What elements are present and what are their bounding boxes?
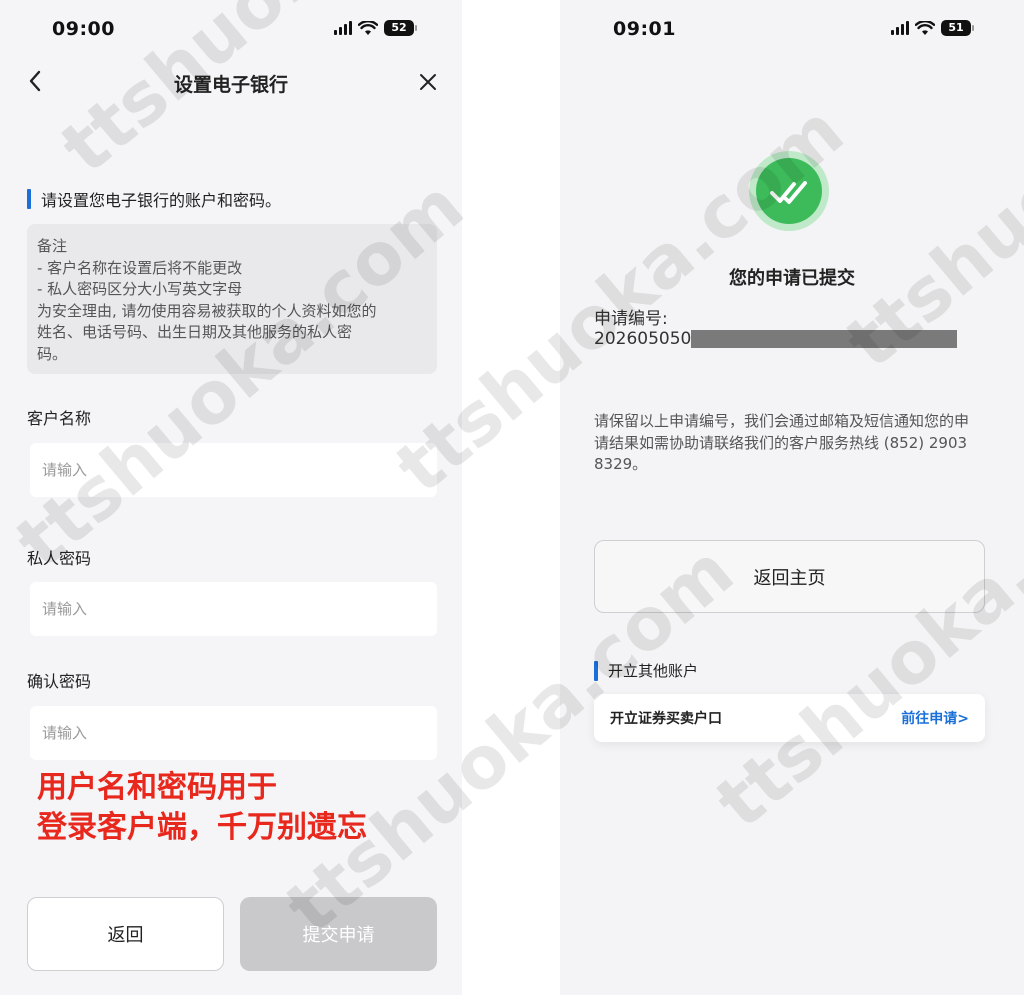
status-time: 09:00 — [52, 18, 115, 40]
redaction-bar — [691, 330, 958, 348]
close-icon[interactable] — [414, 68, 442, 96]
overlay-note: 用户名和密码用于 登录客户端，千万别遗忘 — [37, 768, 367, 848]
section-heading-text: 请设置您电子银行的账户和密码。 — [41, 191, 282, 210]
customer-name-input[interactable] — [30, 443, 437, 497]
battery-icon: 52 — [384, 20, 417, 36]
status-bar: 09:01 51 — [560, 0, 1024, 60]
double-check-icon — [749, 151, 829, 231]
wifi-icon — [915, 20, 935, 35]
customer-name-label: 客户名称 — [27, 409, 92, 428]
status-time: 09:01 — [613, 18, 676, 40]
securities-account-card[interactable]: 开立证券买卖户口 前往申请> — [594, 694, 985, 742]
note-line: 为安全理由, 请勿使用容易被获取的个人资料如您的 — [37, 301, 377, 320]
securities-account-title: 开立证券买卖户口 — [610, 711, 722, 727]
confirm-password-input[interactable] — [30, 706, 437, 760]
nav-bar: 设置电子银行 — [0, 60, 462, 106]
wifi-icon — [358, 20, 378, 35]
accent-bar — [27, 189, 31, 209]
status-icons: 52 — [334, 20, 417, 36]
application-submitted-screen: 09:01 51 您的申请已提交 申请编号: 202605050 请保留以上申请… — [560, 0, 1024, 995]
apply-link[interactable]: 前往申请> — [901, 708, 969, 728]
note-box: 备注 - 客户名称在设置后将不能更改 - 私人密码区分大小写英文字母 为安全理由… — [27, 224, 437, 374]
back-button[interactable]: 返回 — [27, 897, 224, 971]
return-home-button[interactable]: 返回主页 — [594, 540, 985, 613]
section-heading: 请设置您电子银行的账户和密码。 — [27, 187, 281, 211]
setup-ebanking-screen: 09:00 52 设置电子银行 请设置您电子银行的账户和密码。 备注 - 客户名… — [0, 0, 462, 995]
signal-icon — [891, 21, 909, 35]
overlay-note-line: 登录客户端，千万别遗忘 — [37, 810, 367, 845]
application-number-label: 申请编号: — [594, 309, 668, 329]
submit-application-button[interactable]: 提交申请 — [240, 897, 437, 971]
other-accounts-heading-text: 开立其他账户 — [608, 662, 699, 680]
application-number: 202605050 — [594, 329, 958, 349]
password-input[interactable] — [30, 582, 437, 636]
password-label: 私人密码 — [27, 549, 92, 568]
note-line: 码。 — [37, 344, 68, 363]
overlay-note-line: 用户名和密码用于 — [37, 770, 277, 805]
note-line: 备注 — [37, 237, 68, 255]
note-line: - 客户名称在设置后将不能更改 — [37, 258, 243, 277]
signal-icon — [334, 21, 352, 35]
other-accounts-heading: 开立其他账户 — [594, 660, 698, 681]
notice-text: 请保留以上申请编号，我们会通过邮箱及短信通知您的申请结果如需协助请联络我们的客户… — [594, 412, 970, 473]
note-line: 姓名、电话号码、出生日期及其他服务的私人密 — [37, 323, 353, 341]
status-bar: 09:00 52 — [0, 0, 462, 60]
battery-icon: 51 — [941, 20, 974, 36]
note-line: - 私人密码区分大小写英文字母 — [37, 280, 243, 298]
accent-bar — [594, 660, 598, 681]
status-icons: 51 — [891, 20, 974, 36]
page-title: 设置电子银行 — [173, 74, 288, 96]
confirm-password-label: 确认密码 — [27, 672, 92, 691]
application-number-value: 202605050 — [594, 329, 692, 349]
success-title: 您的申请已提交 — [729, 268, 855, 289]
